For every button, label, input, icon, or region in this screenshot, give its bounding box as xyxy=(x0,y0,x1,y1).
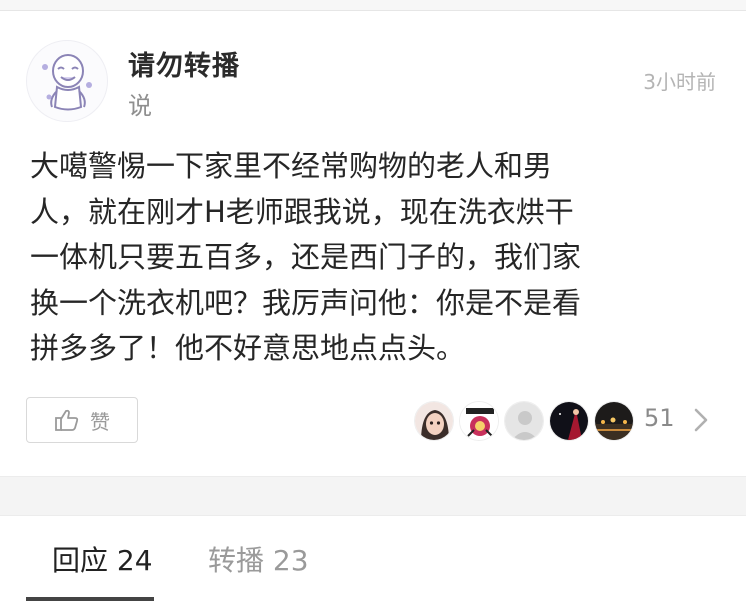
liker-avatar[interactable] xyxy=(504,401,544,441)
status-text: 大噶警惕一下家里不经常购物的老人和男 人，就在刚才H老师跟我说，现在洗衣烘干 一… xyxy=(30,144,720,372)
tab-reposts[interactable]: 转播 23 xyxy=(208,539,309,579)
chevron-right-icon[interactable] xyxy=(692,406,710,438)
like-label: 赞 xyxy=(90,409,110,434)
author-name[interactable]: 请勿转播 xyxy=(128,44,240,83)
like-button[interactable]: 赞 xyxy=(26,397,138,443)
status-text-line: 拼多多了！他不好意思地点点头。 xyxy=(30,331,466,365)
status-text-line: 换一个洗衣机吧？我厉声问他：你是不是看 xyxy=(30,285,582,320)
status-text-line: 大噶警惕一下家里不经常购物的老人和男 xyxy=(30,149,553,183)
liker-avatars[interactable] xyxy=(414,401,639,441)
thumbs-up-icon xyxy=(54,408,80,432)
liker-avatar[interactable] xyxy=(594,401,634,441)
active-tab-indicator xyxy=(26,597,154,601)
tab-replies[interactable]: 回应 24 xyxy=(52,539,153,579)
action-label: 说 xyxy=(128,92,152,120)
tab-bar: 回应 24 转播 23 xyxy=(0,515,746,602)
top-divider xyxy=(0,0,746,11)
status-text-line: 人，就在刚才H老师跟我说，现在洗衣烘干 xyxy=(30,194,574,229)
like-count[interactable]: 51 xyxy=(644,404,675,432)
liker-avatar[interactable] xyxy=(414,401,454,441)
liker-avatar[interactable] xyxy=(549,401,589,441)
section-divider xyxy=(0,476,746,516)
author-avatar[interactable] xyxy=(26,40,108,122)
status-text-line: 一体机只要五百多，还是西门子的，我们家 xyxy=(30,240,582,274)
post-time: 3小时前 xyxy=(643,70,716,94)
liker-avatar[interactable] xyxy=(459,401,499,441)
